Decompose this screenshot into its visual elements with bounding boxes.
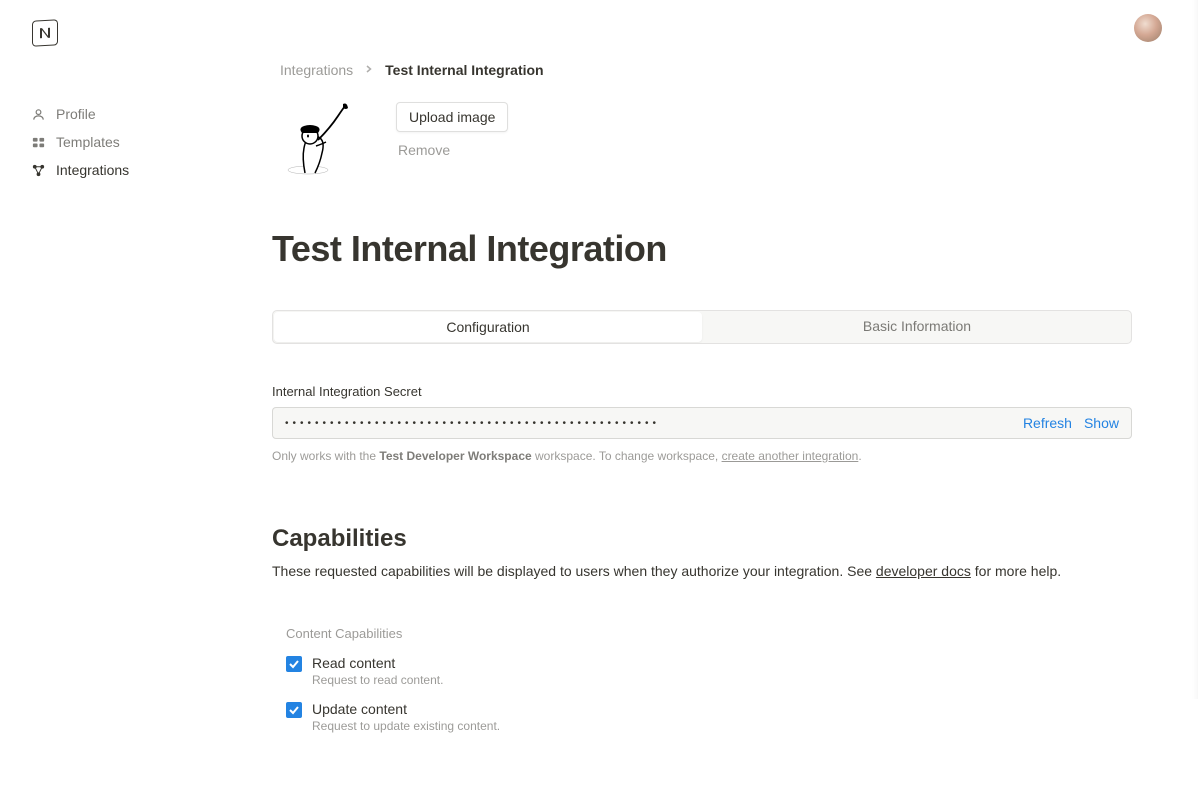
secret-helper-text: Only works with the Test Developer Works… bbox=[272, 447, 1132, 465]
secret-box: ••••••••••••••••••••••••••••••••••••••••… bbox=[272, 407, 1132, 439]
sidebar: Profile Templates Integrations bbox=[0, 0, 232, 787]
check-icon bbox=[288, 704, 300, 716]
logo-n-icon bbox=[38, 26, 52, 41]
cap-label: Update content bbox=[312, 701, 500, 717]
nav-label: Profile bbox=[56, 106, 96, 122]
capabilities-section: Capabilities These requested capabilitie… bbox=[272, 525, 1132, 733]
nav-item-templates[interactable]: Templates bbox=[8, 128, 224, 156]
main-content: Integrations Test Internal Integration bbox=[232, 0, 1172, 787]
secret-masked-value: ••••••••••••••••••••••••••••••••••••••••… bbox=[285, 418, 660, 429]
user-avatar[interactable] bbox=[1134, 14, 1162, 42]
notion-logo-icon[interactable] bbox=[32, 19, 58, 46]
breadcrumb-root[interactable]: Integrations bbox=[280, 62, 353, 78]
tabs: Configuration Basic Information bbox=[272, 310, 1132, 344]
cap-group-title: Content Capabilities bbox=[286, 626, 1132, 641]
nav-item-integrations[interactable]: Integrations bbox=[8, 156, 224, 184]
helper-suffix: . bbox=[858, 449, 861, 463]
refresh-secret-link[interactable]: Refresh bbox=[1023, 415, 1072, 431]
cap-desc-suffix: for more help. bbox=[971, 563, 1061, 579]
helper-workspace-name: Test Developer Workspace bbox=[379, 449, 531, 463]
tab-basic-information[interactable]: Basic Information bbox=[703, 311, 1131, 343]
header-avatar-wrap bbox=[1134, 14, 1162, 42]
logo-area bbox=[8, 16, 224, 70]
image-actions: Upload image Remove bbox=[396, 98, 508, 158]
integration-image bbox=[280, 98, 368, 186]
capabilities-description: These requested capabilities will be dis… bbox=[272, 561, 1132, 582]
checkbox-update-content[interactable] bbox=[286, 702, 302, 718]
capability-update-content: Update content Request to update existin… bbox=[286, 701, 1132, 733]
capability-read-content: Read content Request to read content. bbox=[286, 655, 1132, 687]
secret-actions: Refresh Show bbox=[1023, 415, 1119, 431]
profile-icon bbox=[30, 106, 46, 122]
tab-configuration[interactable]: Configuration bbox=[274, 312, 702, 342]
cap-desc: Request to read content. bbox=[312, 673, 443, 687]
helper-mid: workspace. To change workspace, bbox=[532, 449, 722, 463]
breadcrumb-current: Test Internal Integration bbox=[385, 62, 543, 78]
content-capabilities-group: Content Capabilities Read content Reques… bbox=[272, 626, 1132, 733]
nav-label: Templates bbox=[56, 134, 120, 150]
cap-label: Read content bbox=[312, 655, 443, 671]
capabilities-title: Capabilities bbox=[272, 525, 1132, 553]
cap-desc: Request to update existing content. bbox=[312, 719, 500, 733]
checkbox-read-content[interactable] bbox=[286, 656, 302, 672]
helper-prefix: Only works with the bbox=[272, 449, 379, 463]
page-title: Test Internal Integration bbox=[272, 186, 1132, 310]
check-icon bbox=[288, 658, 300, 670]
nav-item-profile[interactable]: Profile bbox=[8, 100, 224, 128]
upload-image-button[interactable]: Upload image bbox=[396, 102, 508, 132]
show-secret-link[interactable]: Show bbox=[1084, 415, 1119, 431]
create-another-integration-link[interactable]: create another integration bbox=[722, 449, 859, 463]
developer-docs-link[interactable]: developer docs bbox=[876, 563, 971, 579]
nav-label: Integrations bbox=[56, 162, 129, 178]
templates-icon bbox=[30, 134, 46, 150]
cap-content: Update content Request to update existin… bbox=[312, 701, 500, 733]
cap-desc-prefix: These requested capabilities will be dis… bbox=[272, 563, 876, 579]
integrations-icon bbox=[30, 162, 46, 178]
breadcrumb: Integrations Test Internal Integration bbox=[272, 12, 1132, 98]
remove-image-link[interactable]: Remove bbox=[396, 142, 508, 158]
integration-image-section: Upload image Remove bbox=[272, 98, 1132, 186]
cap-content: Read content Request to read content. bbox=[312, 655, 443, 687]
nav-items: Profile Templates Integrations bbox=[8, 70, 224, 184]
secret-label: Internal Integration Secret bbox=[272, 384, 1132, 399]
chevron-right-icon bbox=[365, 65, 373, 76]
